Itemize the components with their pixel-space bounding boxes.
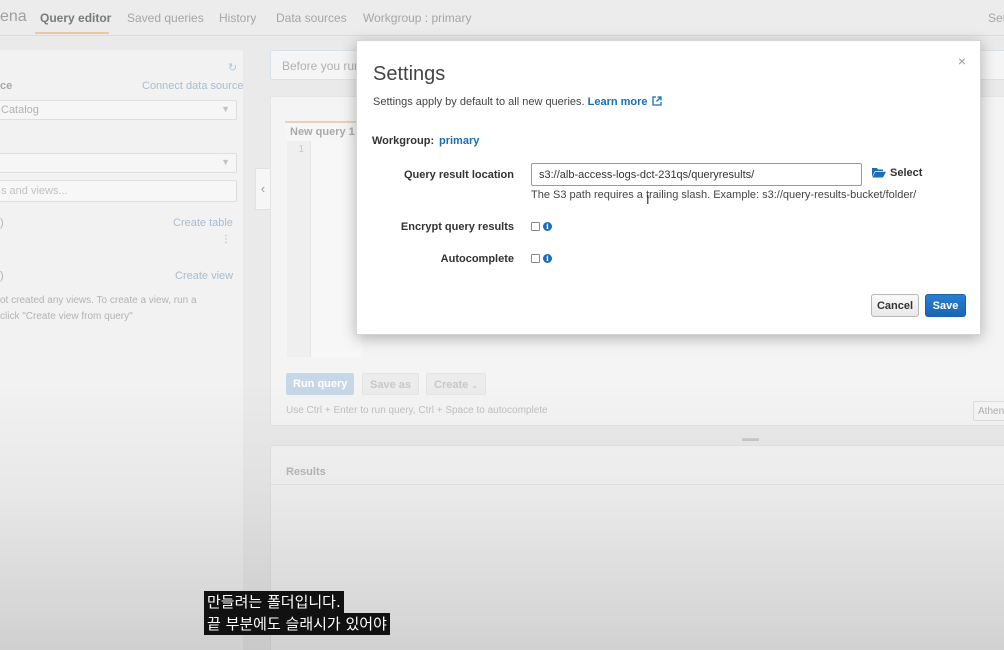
settings-dialog: Settings × Settings apply by default to … (356, 40, 981, 335)
top-navigation: ena Query editor Saved queries History D… (0, 0, 1004, 36)
create-button[interactable]: Create ⌄ (426, 373, 487, 395)
path-help-text: The S3 path requires a trailing slash. E… (531, 189, 917, 201)
save-button[interactable]: Save (925, 294, 966, 317)
description-text: Settings apply by default to all new que… (373, 96, 585, 108)
create-button-label: Create (434, 379, 469, 391)
database-sidebar: ce Connect data source ↻ Catalog ▼ ▼ s a… (0, 50, 244, 650)
hint-text: Before you run (282, 59, 361, 73)
connect-data-source-link[interactable]: Connect data source (142, 80, 244, 92)
tab-workgroup[interactable]: Workgroup : primary (363, 11, 471, 25)
autocomplete-label: Autocomplete (440, 253, 514, 265)
cancel-button[interactable]: Cancel (871, 294, 919, 317)
autocomplete-checkbox[interactable] (531, 254, 540, 263)
chevron-left-icon: ‹ (260, 181, 266, 196)
folder-open-icon (872, 168, 886, 178)
refresh-icon[interactable]: ↻ (228, 61, 237, 74)
tab-history[interactable]: History (219, 11, 256, 25)
chevron-down-icon: ▼ (221, 104, 230, 114)
tab-data-sources[interactable]: Data sources (276, 11, 347, 25)
create-table-link[interactable]: Create table (173, 217, 233, 229)
subtitle-line-1: 만들려는 폴더입니다. (204, 591, 344, 613)
collapse-sidebar-button[interactable]: ‹ (255, 168, 271, 210)
shortcut-hint: Use Ctrl + Enter to run query, Ctrl + Sp… (286, 405, 548, 416)
encrypt-query-results-checkbox[interactable] (531, 222, 540, 231)
learn-more-text: Learn more (587, 96, 648, 108)
chevron-down-icon: ▼ (221, 157, 230, 167)
workgroup-label: Workgroup: (372, 135, 435, 147)
tab-saved-queries[interactable]: Saved queries (127, 11, 204, 25)
catalog-select-value: Catalog (1, 104, 39, 116)
database-select[interactable]: ▼ (0, 153, 237, 173)
active-tab-indicator (35, 32, 109, 34)
chevron-down-icon: ⌄ (471, 381, 479, 390)
query-result-location-label: Query result location (403, 169, 514, 181)
query-tab-label: New query 1 (290, 126, 355, 138)
line-number: 1 (298, 144, 304, 155)
tab-query-editor[interactable]: Query editor (40, 11, 111, 25)
close-icon[interactable]: × (958, 53, 966, 69)
data-source-heading: ce (0, 80, 13, 92)
tab-settings[interactable]: Set (988, 11, 1004, 25)
resize-grip-icon[interactable]: ▬▬ (742, 433, 759, 443)
tables-heading: ) (0, 217, 4, 229)
table-filter-input[interactable]: s and views... (0, 180, 237, 202)
workgroup-value[interactable]: primary (439, 135, 479, 147)
views-empty-text-2: click "Create view from query" (0, 311, 133, 322)
select-label: Select (890, 167, 923, 179)
results-title: Results (286, 466, 326, 478)
table-filter-placeholder: s and views... (1, 185, 68, 197)
more-options-icon[interactable]: ⋮ (221, 234, 231, 245)
save-as-button[interactable]: Save as (362, 373, 419, 395)
results-divider (270, 484, 1004, 485)
encrypt-query-results-label: Encrypt query results (400, 221, 514, 233)
app-brand: ena (0, 8, 27, 25)
catalog-select[interactable]: Catalog ▼ (0, 100, 237, 120)
create-view-link[interactable]: Create view (175, 270, 233, 282)
learn-more-link[interactable]: Learn more (588, 96, 662, 108)
query-text-area[interactable] (311, 141, 361, 357)
subtitle-line-2: 끝 부분에도 슬래시가 있어야 (204, 613, 390, 635)
views-empty-text: ot created any views. To create a view, … (0, 295, 197, 306)
dialog-description: Settings apply by default to all new que… (373, 96, 662, 108)
info-icon[interactable]: i (543, 222, 552, 231)
info-icon[interactable]: i (543, 254, 552, 263)
query-tab[interactable]: New query 1 (285, 121, 360, 141)
select-bucket-button[interactable]: Select (872, 167, 922, 179)
line-gutter: 1 (287, 141, 311, 357)
external-link-icon (651, 96, 662, 106)
query-result-location-input[interactable] (531, 163, 862, 186)
views-heading: ) (0, 270, 4, 282)
dialog-title: Settings (373, 63, 446, 85)
athena-engine-button[interactable]: Athen (973, 401, 1004, 421)
text-cursor-icon: I (646, 193, 650, 207)
run-query-button[interactable]: Run query (286, 373, 355, 395)
